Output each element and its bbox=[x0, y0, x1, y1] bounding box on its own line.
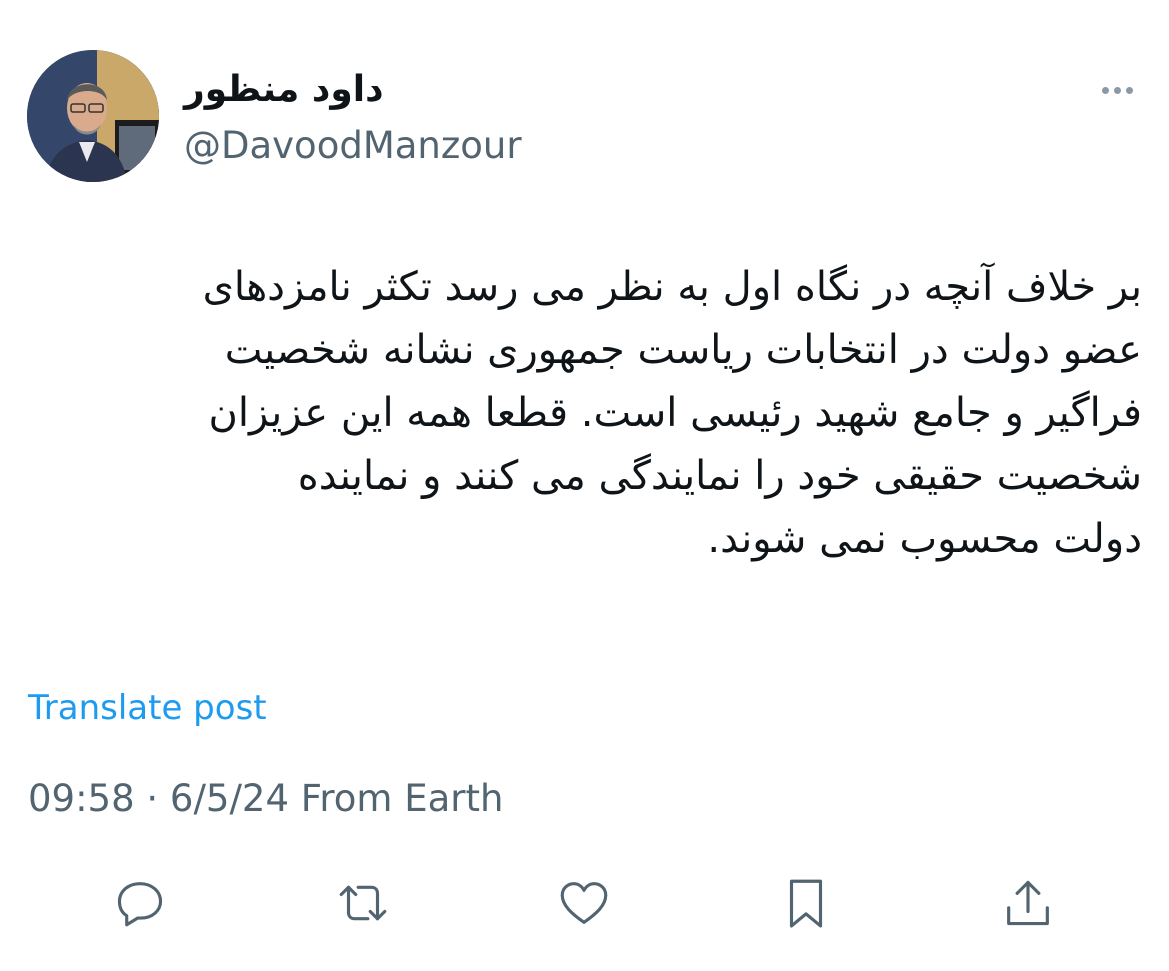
bookmark-button[interactable] bbox=[771, 868, 841, 938]
translate-post-link[interactable]: Translate post bbox=[28, 686, 267, 730]
reply-icon bbox=[117, 882, 163, 927]
post-text: بر خلاف آنچه در نگاه اول به نظر می رسد ت… bbox=[202, 264, 1142, 562]
post-timestamp-source[interactable]: 09:58 · 6/5/24 From Earth bbox=[28, 776, 503, 822]
user-avatar-icon bbox=[27, 50, 159, 182]
like-button[interactable] bbox=[549, 868, 619, 938]
repost-icon bbox=[339, 885, 387, 921]
more-dots-icon bbox=[1113, 86, 1121, 94]
share-button[interactable] bbox=[993, 868, 1063, 938]
heart-icon bbox=[560, 882, 608, 924]
more-dots-icon bbox=[1125, 86, 1133, 94]
action-bar bbox=[0, 868, 1169, 938]
more-options-button[interactable] bbox=[1092, 78, 1142, 102]
bookmark-icon bbox=[789, 879, 823, 928]
author-handle[interactable]: @DavoodManzour bbox=[184, 124, 522, 168]
author-display-name[interactable]: داود منظور bbox=[184, 68, 384, 112]
reply-button[interactable] bbox=[105, 868, 175, 938]
more-dots-icon bbox=[1101, 86, 1109, 94]
share-icon bbox=[1007, 880, 1049, 926]
repost-button[interactable] bbox=[328, 868, 398, 938]
author-avatar[interactable] bbox=[27, 50, 159, 182]
